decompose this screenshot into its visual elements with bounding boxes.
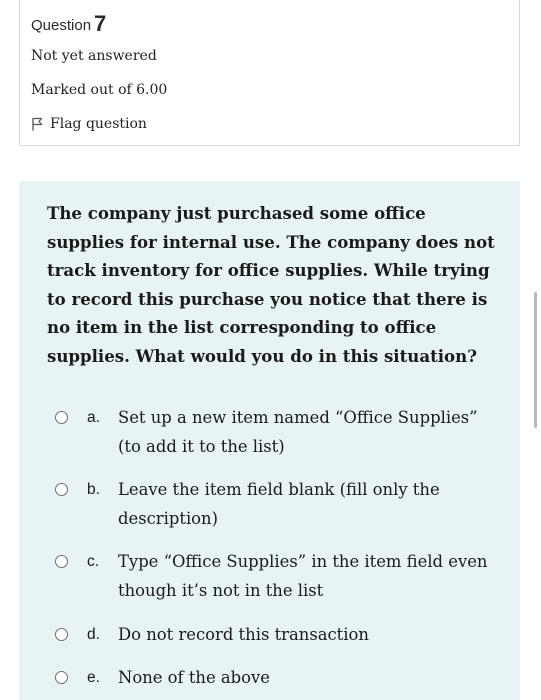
question-heading: Question 7 [31,11,106,37]
answer-option-c[interactable]: c. Type “Office Supplies” in the item fi… [55,548,515,608]
radio-button-b[interactable] [55,483,68,496]
question-info-card: Question 7 Not yet answered Marked out of… [19,0,520,146]
scrollbar[interactable] [534,292,537,428]
radio-button-d[interactable] [55,628,68,641]
answer-letter-c: c. [87,553,100,570]
question-content: The company just purchased some office s… [19,181,520,700]
answer-text-d: Do not record this transaction [118,625,369,644]
answer-text-c: Type “Office Supplies” in the item field… [118,552,488,600]
answer-letter-a: a. [87,409,100,426]
answer-option-d[interactable]: d. Do not record this transaction [55,621,515,651]
flag-question-label: Flag question [50,116,147,132]
answer-text-b: Leave the item field blank (fill only th… [118,480,440,528]
question-grade: Marked out of 6.00 [31,82,168,98]
answer-option-b[interactable]: b. Leave the item field blank (fill only… [55,476,515,536]
question-label: Question [31,17,92,34]
flag-icon [32,117,43,131]
answer-option-a[interactable]: a. Set up a new item named “Office Suppl… [55,404,515,464]
radio-button-c[interactable] [55,555,68,568]
radio-button-a[interactable] [55,411,68,424]
flag-question-link[interactable]: Flag question [31,116,147,132]
radio-button-e[interactable] [55,671,68,684]
question-number: 7 [94,11,107,36]
question-text: The company just purchased some office s… [47,203,495,366]
answer-option-e[interactable]: e. None of the above [55,664,515,694]
answer-text-e: None of the above [118,668,270,687]
answer-text-a: Set up a new item named “Office Supplies… [118,408,478,456]
answer-letter-e: e. [87,669,100,686]
answer-letter-d: d. [87,626,100,643]
question-state: Not yet answered [31,48,157,64]
answer-letter-b: b. [87,481,100,498]
